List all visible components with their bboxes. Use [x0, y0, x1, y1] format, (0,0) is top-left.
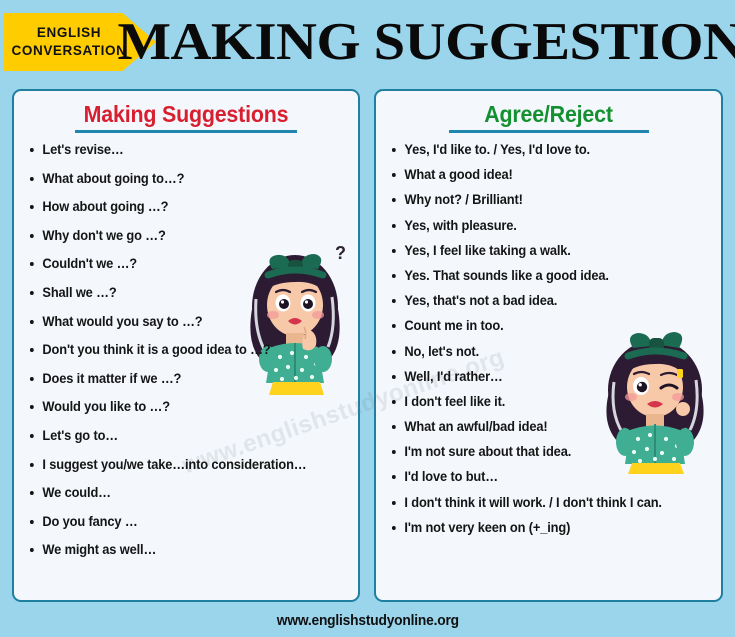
title-underline-left — [75, 130, 297, 133]
agree-reject-phrase-item: Yes. That sounds like a good idea. — [390, 268, 702, 283]
suggestion-phrase-item: How about going …? — [28, 199, 339, 214]
suggestion-phrase-item: I suggest you/we take…into consideration… — [28, 457, 339, 472]
agree-reject-list: Yes, I'd like to. / Yes, I'd love to. Wha… — [376, 142, 721, 535]
agree-reject-phrase-item: I don't think it will work. / I don't th… — [390, 495, 702, 510]
agree-reject-phrase-item: Yes, I'd like to. / Yes, I'd love to. — [390, 142, 702, 157]
agree-reject-card: Agree/Reject Yes, I'd like to. / Yes, I'… — [374, 89, 723, 602]
agree-reject-phrase-item: Well, I'd rather… — [390, 369, 702, 384]
agree-reject-phrase-item: I'd love to but… — [390, 469, 702, 484]
agree-reject-phrase-item: No, let's not. — [390, 344, 702, 359]
agree-reject-phrase-item: Yes, that's not a bad idea. — [390, 293, 702, 308]
agree-reject-phrase-item: I don't feel like it. — [390, 394, 702, 409]
making-suggestions-card: Making Suggestions Let's revise… What abo… — [12, 89, 360, 602]
suggestion-phrase-item: Let's go to… — [28, 428, 339, 443]
suggestion-phrase-item: What about going to…? — [28, 171, 339, 186]
suggestion-phrase-item: Do you fancy … — [28, 514, 339, 529]
suggestion-phrase-item: Would you like to …? — [28, 399, 339, 414]
agree-reject-phrase-item: Why not? / Brilliant! — [390, 192, 702, 207]
card-title-making-suggestions: Making Suggestions — [83, 101, 289, 127]
agree-reject-phrase-item: Count me in too. — [390, 318, 702, 333]
suggestion-phrase-item: Does it matter if we …? — [28, 371, 339, 386]
footer-bar: www.englishstudyonline.org — [0, 604, 735, 637]
suggestion-phrase-item: What would you say to …? — [28, 314, 339, 329]
suggestion-phrase-item: Shall we …? — [28, 285, 339, 300]
suggestion-phrase-item: Why don't we go …? — [28, 228, 339, 243]
title-underline-right — [448, 130, 649, 133]
page-title: MAKING SUGGESTIONS — [118, 9, 735, 75]
agree-reject-phrase-item: What an awful/bad idea! — [390, 419, 702, 434]
page-title-text: MAKING SUGGESTIONS — [117, 13, 735, 71]
making-suggestions-list: Let's revise… What about going to…? How ab… — [14, 142, 358, 557]
card-title-agree-reject: Agree/Reject — [484, 101, 613, 127]
badge-line-conversation: CONVERSATION — [11, 43, 127, 58]
footer-url: www.englishstudyonline.org — [276, 612, 459, 629]
agree-reject-phrase-item: Yes, I feel like taking a walk. — [390, 243, 702, 258]
agree-reject-phrase-item: Yes, with pleasure. — [390, 218, 702, 233]
badge-line-english: ENGLISH — [36, 25, 102, 40]
agree-reject-phrase-item: What a good idea! — [390, 167, 702, 182]
suggestion-phrase-item: Let's revise… — [28, 142, 339, 157]
suggestion-phrase-item: Couldn't we …? — [28, 256, 339, 271]
agree-reject-phrase-item: I'm not sure about that idea. — [390, 444, 702, 459]
suggestion-phrase-item: Don't you think it is a good idea to …? — [28, 342, 339, 357]
suggestion-phrase-item: We might as well… — [28, 542, 339, 557]
header-bar: ENGLISH CONVERSATION MAKING SUGGESTIONS — [0, 0, 735, 86]
agree-reject-phrase-item: I'm not very keen on (+_ing) — [390, 520, 702, 535]
suggestion-phrase-item: We could… — [28, 485, 339, 500]
